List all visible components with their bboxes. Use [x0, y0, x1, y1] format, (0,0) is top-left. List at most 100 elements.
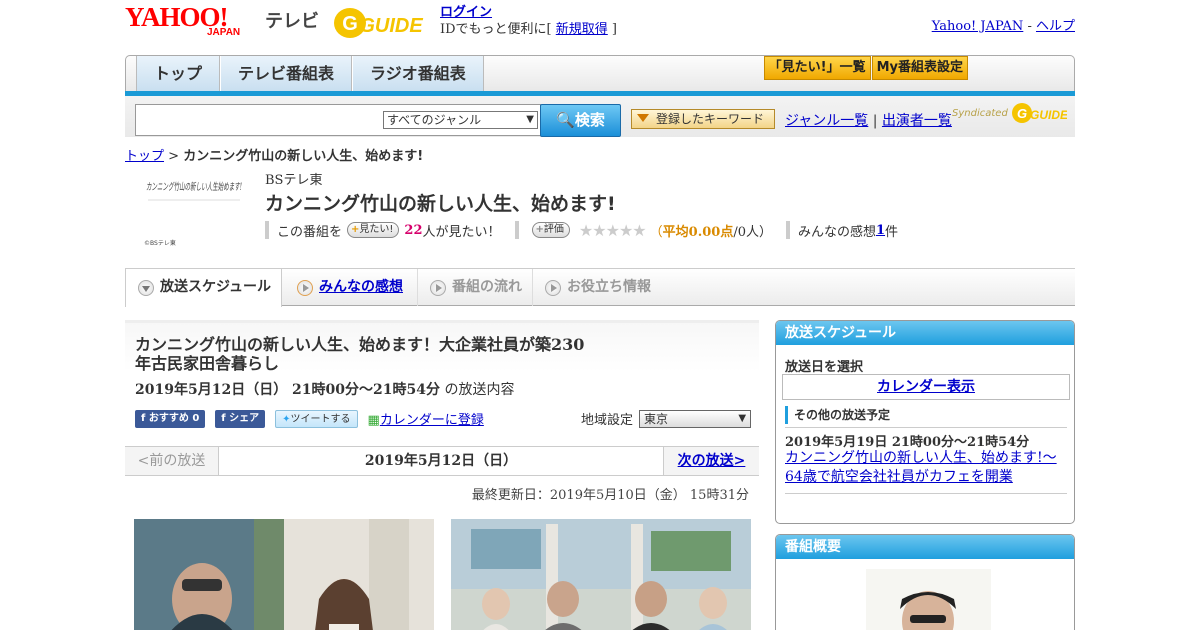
tweet-label: ツイートする: [290, 413, 351, 425]
nav-tab-radio-schedule[interactable]: ラジオ番組表: [352, 56, 484, 91]
want-count-suffix: 人が見たい！: [422, 224, 501, 240]
registered-keywords-button[interactable]: 登録したキーワード: [631, 109, 775, 129]
syndicated-logo-text: GUIDE: [1030, 108, 1067, 122]
episode-title: カンニング竹山の新しい人生、始めます！大企業社員が築230年古民家田舎暮らし: [135, 335, 585, 373]
plus-icon: +: [535, 224, 544, 235]
arrow-right-icon: [297, 280, 313, 296]
yahoo-japan-link[interactable]: Yahoo! JAPAN: [932, 19, 1024, 34]
site-header: YAHOO! JAPAN テレビ G GUIDE ログイン IDでもっと便利に[…: [125, 0, 1075, 50]
calendar-display-button[interactable]: カレンダー表示: [782, 374, 1070, 400]
impressions-label: みんなの感想: [797, 224, 876, 240]
header-dash: -: [1023, 19, 1036, 34]
tab-broadcast-schedule[interactable]: 放送スケジュール: [125, 269, 282, 307]
program-thumbnail: カンニング竹山の新しい人生始めます! ©BSテレ東: [140, 170, 248, 250]
gguide-logo-text: GUIDE: [359, 15, 423, 37]
program-thumbnail-text: カンニング竹山の新しい人生始めます!: [146, 181, 242, 193]
next-broadcast-link[interactable]: 次の放送>: [663, 447, 759, 475]
facebook-icon: f: [141, 412, 149, 424]
twitter-bird-icon: ✦: [282, 413, 291, 425]
calendar-register[interactable]: ▦カレンダーに登録: [368, 409, 484, 428]
program-subtabs: 放送スケジュール みんなの感想 番組の流れ お役立ち情報: [125, 268, 1075, 307]
dropdown-arrow-icon: ▼: [738, 412, 747, 424]
facebook-recommend-button[interactable]: f おすすめ 0: [135, 409, 206, 428]
tab-useful-info: お役立ち情報: [532, 269, 662, 306]
program-overview-photo: [776, 559, 1074, 630]
my-schedule-button[interactable]: My番組表設定: [871, 56, 968, 80]
episode-datetime-row: 2019年5月12日（日） 21時00分～21時54分 の放送内容: [135, 379, 514, 399]
last-updated: 最終更新日：2019年5月10日（金） 15時31分: [471, 488, 749, 503]
login-note: IDでもっと便利に[: [440, 22, 556, 37]
episode-photo: [451, 519, 751, 630]
want-to-watch-label: 見たい!: [359, 224, 394, 235]
region-setting: 地域設定 東京 ▼: [581, 409, 752, 428]
search-links: ジャンル一覧 | 出演者一覧: [785, 110, 952, 130]
program-channel: BSテレ東: [265, 173, 323, 188]
registered-keywords-label: 登録したキーワード: [656, 112, 765, 126]
other-broadcasts-heading: その他の放送予定: [785, 406, 890, 424]
other-broadcast-link[interactable]: カンニング竹山の新しい人生、始めます!～64歳で航空会社社員がカフェを開業: [785, 449, 1067, 487]
broadcast-pager: <前の放送 2019年5月12日（日） 次の放送>: [125, 446, 759, 476]
nav-tab-tv-schedule[interactable]: テレビ番組表: [220, 56, 353, 91]
svg-text:G: G: [342, 13, 358, 35]
search-links-divider: |: [868, 113, 882, 129]
separator: [785, 221, 790, 239]
gguide-logo[interactable]: G GUIDE: [333, 6, 433, 40]
breadcrumb-top-link[interactable]: トップ: [125, 149, 164, 164]
nav-tab-top[interactable]: トップ: [136, 56, 221, 91]
divider: [785, 427, 1067, 428]
facebook-share-label: シェア: [229, 412, 260, 424]
prev-broadcast: <前の放送: [125, 447, 219, 475]
calendar-plus-icon: ▦: [367, 413, 380, 428]
register-link[interactable]: 新規取得: [556, 22, 608, 37]
cast-list-link[interactable]: 出演者一覧: [882, 113, 952, 129]
want-count: 22: [404, 222, 423, 238]
syndicated-gguide-logo: Syndicated G GUIDE: [952, 102, 1069, 124]
want-list-button[interactable]: 「見たい!」一覧: [763, 56, 871, 80]
tab-broadcast-schedule-label: 放送スケジュール: [160, 279, 272, 295]
help-link[interactable]: ヘルプ: [1036, 19, 1075, 34]
schedule-box: 放送スケジュール 放送日を選択 カレンダー表示 その他の放送予定 2019年5月…: [775, 320, 1075, 524]
rating-count: /0人）: [733, 224, 772, 240]
rating-stars-icon: ★★★★★: [578, 220, 647, 240]
facebook-icon: f: [221, 412, 230, 424]
triangle-down-icon: [637, 114, 649, 122]
tab-impressions-label: みんなの感想: [319, 279, 403, 295]
program-rating-row: この番組を +見たい! 22 人が見たい！ +評価 ★★★★★ （平均0.00点 /…: [265, 220, 898, 240]
program-overview-box: 番組概要: [775, 534, 1075, 630]
genre-select[interactable]: すべてのジャンル ▼: [383, 111, 538, 129]
tab-impressions[interactable]: みんなの感想: [285, 269, 415, 306]
login-note-end: ]: [607, 22, 617, 37]
breadcrumb-separator: >: [164, 149, 184, 164]
region-select-value: 東京: [644, 411, 669, 426]
search-icon: 🔍: [556, 111, 575, 129]
genre-select-value: すべてのジャンル: [387, 113, 482, 127]
region-label: 地域設定: [581, 413, 634, 428]
rate-button[interactable]: +評価: [531, 222, 570, 238]
tweet-button[interactable]: ✦ツイートする: [275, 409, 358, 428]
tab-program-flow: 番組の流れ: [417, 269, 532, 306]
search-button[interactable]: 🔍検索: [540, 104, 621, 137]
separator: [514, 221, 519, 239]
want-to-watch-button[interactable]: +見たい!: [347, 222, 400, 238]
svg-text:G: G: [1017, 106, 1027, 121]
arrow-right-icon: [545, 280, 561, 296]
impressions-unit: 件: [885, 224, 899, 240]
main-nav: トップ テレビ番組表 ラジオ番組表 「見たい!」一覧 My番組表設定: [125, 55, 1075, 92]
syndicated-label: Syndicated: [952, 108, 1008, 119]
this-program-label: この番組を: [277, 224, 343, 240]
arrow-right-icon: [430, 280, 446, 296]
facebook-recommend-label: おすすめ 0: [148, 412, 200, 424]
separator: [265, 221, 269, 239]
facebook-share-button[interactable]: f シェア: [215, 409, 266, 428]
program-overview-title: 番組概要: [776, 535, 1074, 559]
chevron-down-icon: [138, 280, 154, 296]
genre-list-link[interactable]: ジャンル一覧: [785, 113, 868, 129]
impressions-count-link[interactable]: 1: [876, 223, 885, 238]
region-select[interactable]: 東京 ▼: [639, 409, 752, 428]
calendar-register-link: カレンダーに登録: [379, 413, 484, 428]
login-link[interactable]: ログイン: [440, 5, 492, 20]
tv-logo[interactable]: テレビ: [265, 7, 319, 33]
search-button-label: 検索: [574, 111, 605, 129]
rating-average: 平均0.00点: [662, 224, 734, 240]
header-links: Yahoo! JAPAN - ヘルプ: [932, 15, 1075, 34]
